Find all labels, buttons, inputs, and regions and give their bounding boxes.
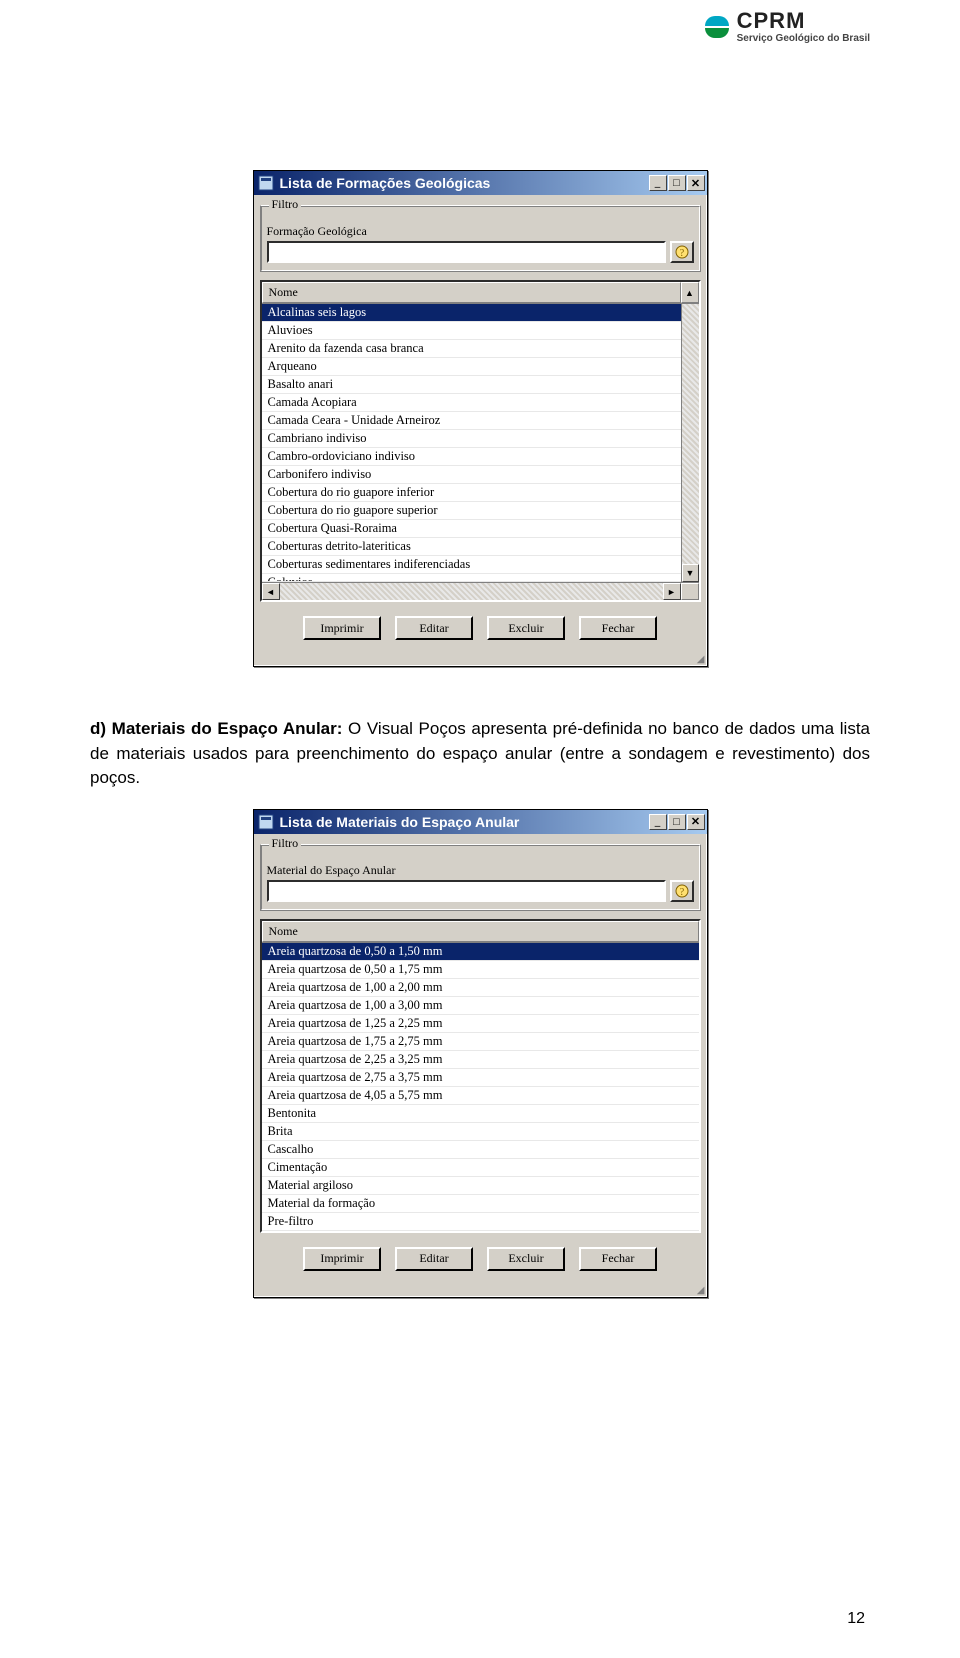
scroll-right-button[interactable]: ►	[663, 583, 681, 600]
column-nome[interactable]: Nome	[262, 282, 681, 303]
list-row[interactable]: Cobertura Quasi-Roraima	[262, 520, 681, 538]
list-row[interactable]: Areia quartzosa de 1,75 a 2,75 mm	[262, 1033, 699, 1051]
close-button[interactable]: Fechar	[579, 616, 657, 640]
close-button[interactable]: Fechar	[579, 1247, 657, 1271]
list-row[interactable]: Areia quartzosa de 1,00 a 2,00 mm	[262, 979, 699, 997]
scroll-down-button[interactable]: ▼	[682, 564, 699, 582]
list-row[interactable]: Areia quartzosa de 0,50 a 1,75 mm	[262, 961, 699, 979]
horizontal-scrollbar[interactable]: ◄ ►	[262, 582, 699, 600]
list-materiais: Nome Areia quartzosa de 0,50 a 1,50 mmAr…	[260, 919, 701, 1233]
window-formacoes: Lista de Formações Geológicas _ □ ✕ Filt…	[253, 170, 708, 667]
filter-group: Filtro Material do Espaço Anular ?	[260, 844, 701, 911]
list-row[interactable]: Arenito da fazenda casa branca	[262, 340, 681, 358]
print-button[interactable]: Imprimir	[303, 616, 381, 640]
list-row[interactable]: Material argiloso	[262, 1177, 699, 1195]
paragraph-lead: d) Materiais do Espaço Anular:	[90, 719, 342, 738]
minimize-button[interactable]: _	[649, 814, 667, 830]
list-row[interactable]: Camada Acopiara	[262, 394, 681, 412]
svg-text:?: ?	[679, 887, 684, 898]
titlebar[interactable]: Lista de Materiais do Espaço Anular _ □ …	[254, 810, 707, 834]
app-icon	[257, 813, 275, 831]
list-row[interactable]: Pre-filtro	[262, 1213, 699, 1231]
list-formacoes: Nome ▲ Alcalinas seis lagosAluvioesAreni…	[260, 280, 701, 602]
list-row[interactable]: Alcalinas seis lagos	[262, 304, 681, 322]
help-icon: ?	[675, 245, 689, 259]
list-row[interactable]: Carbonifero indiviso	[262, 466, 681, 484]
list-row[interactable]: Coberturas detrito-lateriticas	[262, 538, 681, 556]
header-logo: CPRM Serviço Geológico do Brasil	[703, 10, 870, 44]
list-row-cutoff[interactable]: Coluvios	[262, 574, 681, 582]
help-icon: ?	[675, 884, 689, 898]
filter-input[interactable]	[267, 880, 666, 902]
list-row[interactable]: Areia quartzosa de 2,25 a 3,25 mm	[262, 1051, 699, 1069]
paragraph-materiais: d) Materiais do Espaço Anular: O Visual …	[90, 717, 870, 791]
scroll-corner	[681, 583, 699, 600]
list-row[interactable]: Areia quartzosa de 2,75 a 3,75 mm	[262, 1069, 699, 1087]
list-row[interactable]: Brita	[262, 1123, 699, 1141]
list-row[interactable]: Coberturas sedimentares indiferenciadas	[262, 556, 681, 574]
filter-label: Formação Geológica	[267, 224, 694, 239]
list-row[interactable]: Areia quartzosa de 1,25 a 2,25 mm	[262, 1015, 699, 1033]
filter-group: Filtro Formação Geológica ?	[260, 205, 701, 272]
list-row[interactable]: Cascalho	[262, 1141, 699, 1159]
minimize-button[interactable]: _	[649, 175, 667, 191]
app-icon	[257, 174, 275, 192]
filter-help-button[interactable]: ?	[670, 241, 694, 263]
maximize-button[interactable]: □	[668, 175, 686, 191]
resize-grip-icon[interactable]: ◢	[254, 654, 707, 666]
list-row[interactable]: Areia quartzosa de 0,50 a 1,50 mm	[262, 943, 699, 961]
delete-button[interactable]: Excluir	[487, 616, 565, 640]
logo-subtitle: Serviço Geológico do Brasil	[737, 34, 870, 44]
list-row[interactable]: Material da formação	[262, 1195, 699, 1213]
window-title: Lista de Materiais do Espaço Anular	[280, 814, 649, 830]
page-number: 12	[847, 1610, 865, 1628]
filter-label: Material do Espaço Anular	[267, 863, 694, 878]
filter-legend: Filtro	[269, 836, 302, 851]
maximize-button[interactable]: □	[668, 814, 686, 830]
vertical-scrollbar[interactable]: ▼	[681, 304, 699, 582]
filter-help-button[interactable]: ?	[670, 880, 694, 902]
edit-button[interactable]: Editar	[395, 1247, 473, 1271]
list-row[interactable]: Aluvioes	[262, 322, 681, 340]
list-row[interactable]: Cimentação	[262, 1159, 699, 1177]
logo-name: CPRM	[737, 10, 870, 32]
list-row[interactable]: Areia quartzosa de 1,00 a 3,00 mm	[262, 997, 699, 1015]
window-materiais: Lista de Materiais do Espaço Anular _ □ …	[253, 809, 708, 1298]
list-row[interactable]: Cobertura do rio guapore inferior	[262, 484, 681, 502]
list-row[interactable]: Areia quartzosa de 4,05 a 5,75 mm	[262, 1087, 699, 1105]
edit-button[interactable]: Editar	[395, 616, 473, 640]
delete-button[interactable]: Excluir	[487, 1247, 565, 1271]
list-row[interactable]: Camada Ceara - Unidade Arneiroz	[262, 412, 681, 430]
list-row[interactable]: Cambro-ordoviciano indiviso	[262, 448, 681, 466]
print-button[interactable]: Imprimir	[303, 1247, 381, 1271]
list-row[interactable]: Cobertura do rio guapore superior	[262, 502, 681, 520]
list-row[interactable]: Basalto anari	[262, 376, 681, 394]
scroll-up-button[interactable]: ▲	[681, 282, 699, 303]
filter-input[interactable]	[267, 241, 666, 263]
titlebar[interactable]: Lista de Formações Geológicas _ □ ✕	[254, 171, 707, 195]
resize-grip-icon[interactable]: ◢	[254, 1285, 707, 1297]
filter-legend: Filtro	[269, 197, 302, 212]
close-window-button[interactable]: ✕	[687, 175, 705, 191]
list-row[interactable]: Cambriano indiviso	[262, 430, 681, 448]
logo-mark-icon	[703, 10, 731, 44]
scroll-left-button[interactable]: ◄	[262, 583, 280, 600]
column-nome[interactable]: Nome	[262, 921, 699, 942]
list-row[interactable]: Arqueano	[262, 358, 681, 376]
window-title: Lista de Formações Geológicas	[280, 175, 649, 191]
close-window-button[interactable]: ✕	[687, 814, 705, 830]
svg-text:?: ?	[679, 248, 684, 259]
list-row[interactable]: Bentonita	[262, 1105, 699, 1123]
